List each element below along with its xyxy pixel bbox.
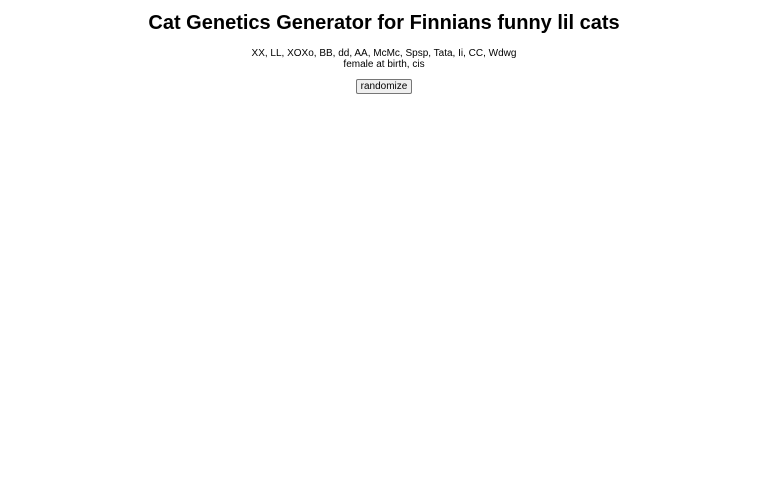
page-title: Cat Genetics Generator for Finnians funn… [148,12,620,34]
page: Cat Genetics Generator for Finnians funn… [0,0,768,480]
genotype-text: XX, LL, XOXo, BB, dd, AA, McMc, Spsp, Ta… [251,48,517,59]
sex-text: female at birth, cis [343,59,425,70]
randomize-button[interactable]: randomize [355,79,413,94]
button-row: randomize [0,76,768,94]
